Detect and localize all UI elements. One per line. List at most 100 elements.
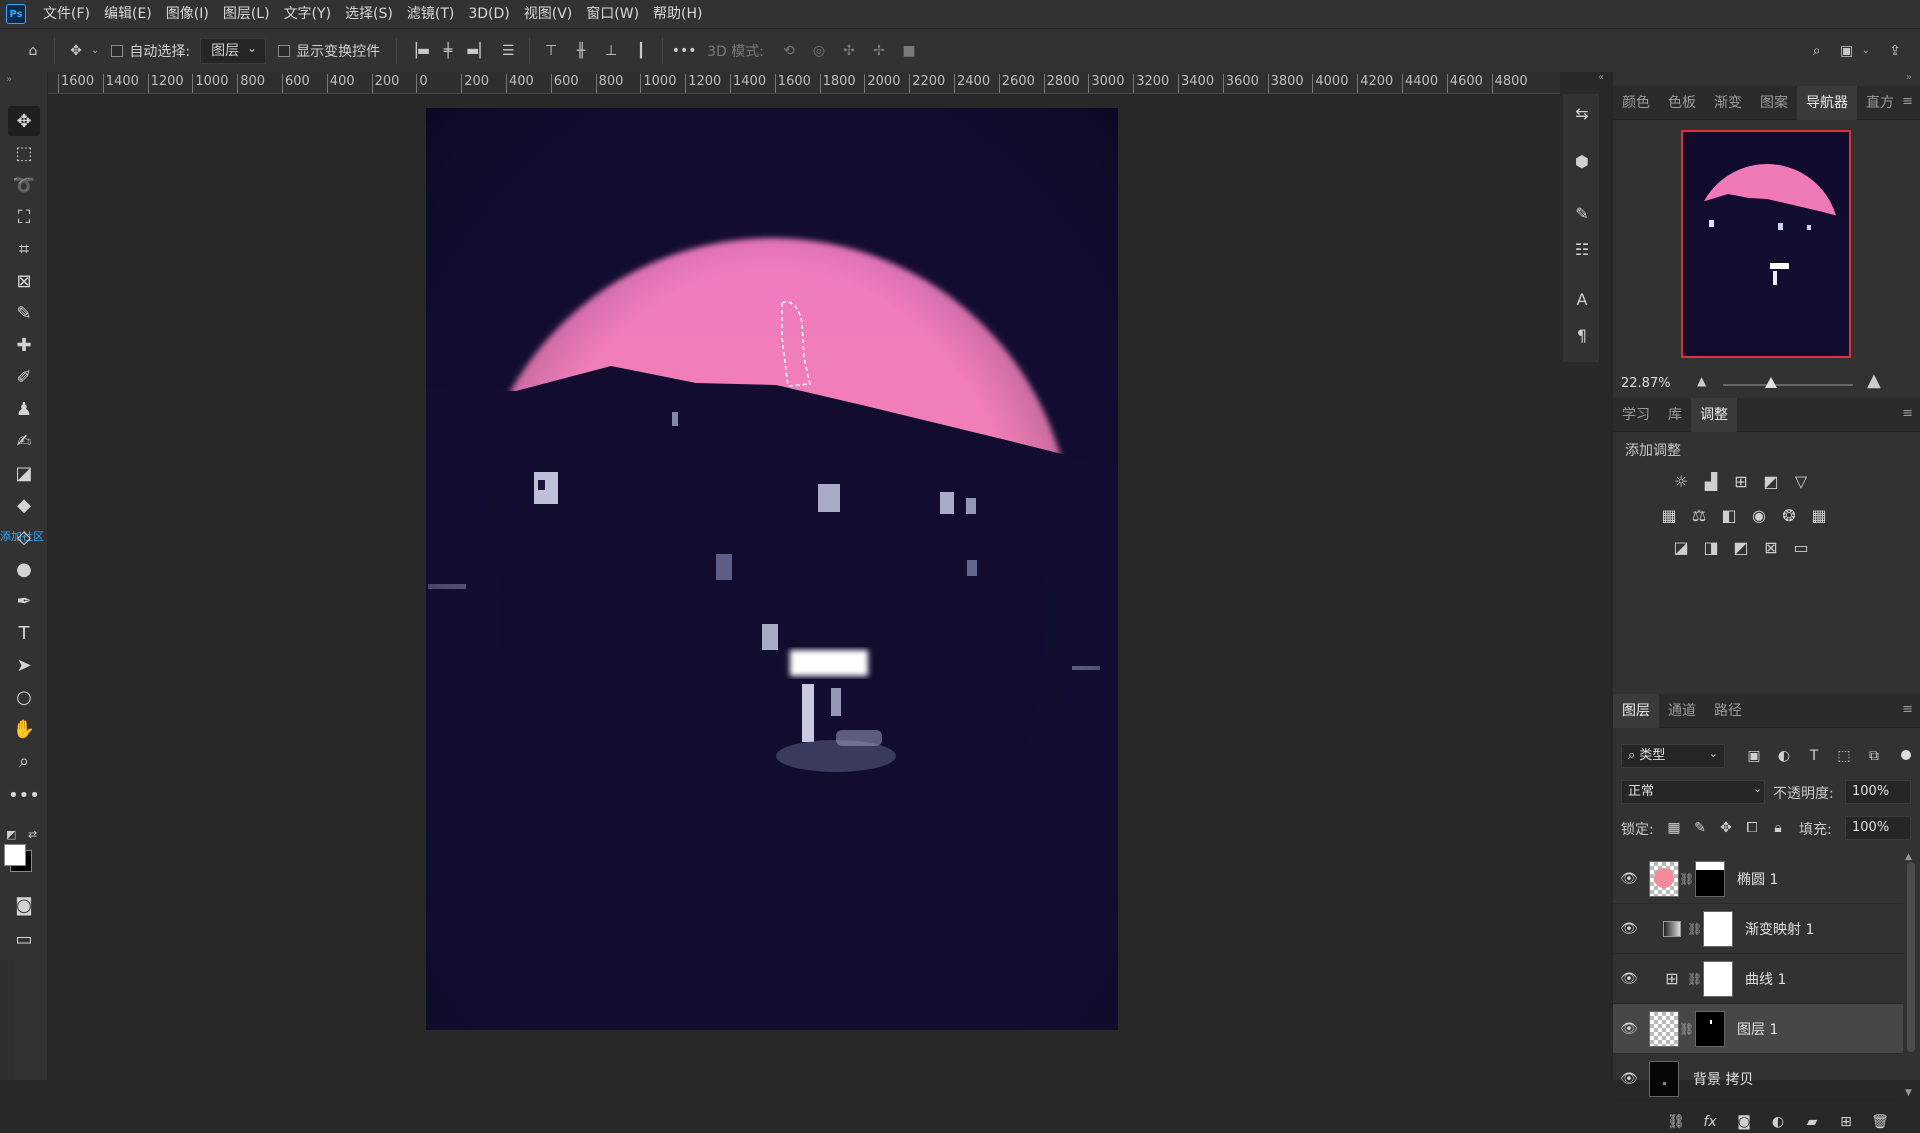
selective-color-icon[interactable]: ⊠ — [1759, 536, 1783, 558]
color-lookup-icon[interactable]: ▦ — [1807, 504, 1831, 526]
menu-item[interactable]: 帮助(H) — [646, 0, 709, 28]
align-right-icon[interactable]: ▬▏ — [463, 36, 493, 66]
lock-image-icon[interactable]: ✎ — [1689, 817, 1711, 839]
layers-scrollbar[interactable] — [1907, 862, 1915, 1052]
scroll-down-icon[interactable]: ▼ — [1905, 1088, 1912, 1098]
frame-tool-icon[interactable]: ⊠ — [8, 266, 40, 296]
filter-adjustment-icon[interactable]: ◐ — [1773, 745, 1795, 767]
foreground-color-swatch[interactable] — [4, 844, 26, 866]
workspace-icon[interactable]: ▣ — [1832, 36, 1862, 66]
tab-item[interactable]: 色板 — [1659, 86, 1705, 120]
menu-item[interactable]: 图层(L) — [216, 0, 277, 28]
eye-icon[interactable]: 👁︎ — [1613, 871, 1645, 887]
pen-tool-icon[interactable]: ✒ — [8, 586, 40, 616]
trash-icon[interactable]: 🗑︎ — [1869, 1111, 1891, 1133]
lasso-tool-icon[interactable]: ➰ — [8, 170, 40, 200]
align-left-icon[interactable]: ▕▬ — [403, 36, 433, 66]
3d-icon[interactable]: ⬢ — [1569, 148, 1595, 174]
path-select-tool-icon[interactable]: ➤ — [8, 650, 40, 680]
blur-tool-icon[interactable]: ◇ — [8, 522, 40, 552]
roll-3d-icon[interactable]: ◎ — [804, 36, 834, 66]
black-white-icon[interactable]: ◧ — [1717, 504, 1741, 526]
exposure-icon[interactable]: ◩ — [1759, 470, 1783, 492]
tab-item[interactable]: 图层 — [1613, 693, 1659, 728]
zoom-slider-thumb[interactable] — [1765, 377, 1777, 388]
menu-item[interactable]: 文字(Y) — [277, 0, 338, 28]
link-icon[interactable]: ⛓ — [1687, 972, 1702, 986]
tab-item[interactable]: 库 — [1659, 398, 1691, 432]
align-bottom-icon[interactable]: ⊥ — [596, 36, 626, 66]
healing-brush-tool-icon[interactable]: ✚ — [8, 330, 40, 360]
photo-filter-icon[interactable]: ◉ — [1747, 504, 1771, 526]
menu-item[interactable]: 文件(F) — [36, 0, 97, 28]
history-brush-tool-icon[interactable]: ✍ — [8, 426, 40, 456]
filter-smart-object-icon[interactable]: ⧉ — [1863, 745, 1885, 767]
character-icon[interactable]: A — [1569, 286, 1595, 312]
invert-icon[interactable]: ◪ — [1669, 536, 1693, 558]
lock-artboard-icon[interactable]: ⧠ — [1741, 817, 1763, 839]
lock-transparent-icon[interactable]: ▦ — [1663, 817, 1685, 839]
add-mask-icon[interactable]: ◙ — [1733, 1111, 1755, 1133]
link-icon[interactable]: ⛓ — [1679, 872, 1694, 886]
panel-menu-icon[interactable]: ≡ — [1902, 702, 1913, 717]
panel-menu-icon[interactable]: ≡ — [1902, 94, 1913, 109]
swap-colors-icon[interactable]: ⇄ — [28, 828, 37, 841]
eye-icon[interactable]: 👁︎ — [1613, 1021, 1645, 1037]
menu-item[interactable]: 窗口(W) — [579, 0, 646, 28]
menu-item[interactable]: 图像(I) — [159, 0, 216, 28]
type-tool-icon[interactable]: T — [8, 618, 40, 648]
drag-3d-icon[interactable]: ✣ — [834, 36, 864, 66]
navigator-thumbnail[interactable] — [1681, 130, 1851, 358]
chevron-down-icon[interactable]: ⌄ — [91, 45, 99, 56]
layer-mask-thumbnail[interactable] — [1703, 910, 1733, 947]
new-layer-icon[interactable]: ⊞ — [1835, 1111, 1857, 1133]
chevron-down-icon[interactable]: ⌄ — [1862, 45, 1870, 56]
quick-mask-icon[interactable]: ◙ — [8, 890, 40, 920]
fill-input[interactable]: 100% — [1845, 816, 1911, 840]
blend-mode-dropdown[interactable]: 正常 — [1621, 780, 1765, 804]
default-colors-icon[interactable]: ◩ — [6, 828, 16, 841]
layer-mask-thumbnail[interactable] — [1695, 860, 1725, 897]
lock-position-icon[interactable]: ✥ — [1715, 817, 1737, 839]
layer-row-gradient-map[interactable]: 👁︎ ⛓ 渐变映射 1 — [1613, 904, 1903, 954]
align-middle-v-icon[interactable]: ╫ — [566, 36, 596, 66]
link-icon[interactable]: ⛓ — [1679, 1022, 1694, 1036]
hand-tool-icon[interactable]: ✋ — [8, 714, 40, 744]
lock-all-icon[interactable]: 🔒︎ — [1767, 817, 1789, 839]
collapse-icon[interactable]: » — [1906, 72, 1912, 83]
zoom-value[interactable]: 22.87% — [1621, 376, 1671, 391]
zoom-slider-track[interactable] — [1723, 384, 1853, 386]
fx-icon[interactable]: fx — [1699, 1111, 1721, 1133]
hue-saturation-icon[interactable]: ▦ — [1657, 504, 1681, 526]
tab-item[interactable]: 直方 — [1857, 86, 1903, 120]
camera-3d-icon[interactable]: ■ — [894, 36, 924, 66]
tab-item[interactable]: 调整 — [1691, 397, 1737, 432]
menu-item[interactable]: 视图(V) — [517, 0, 580, 28]
menu-item[interactable]: 编辑(E) — [97, 0, 159, 28]
collapse-icon[interactable]: » — [6, 74, 12, 85]
show-transform-checkbox[interactable] — [278, 44, 291, 57]
align-center-h-icon[interactable]: ╪ — [433, 36, 463, 66]
brush-settings-icon[interactable]: ✎ — [1569, 200, 1595, 226]
layer-filter-dropdown[interactable]: ⌕ 类型 ⌄ — [1621, 744, 1725, 768]
paragraph-icon[interactable]: ¶ — [1569, 322, 1595, 348]
collapse-icon[interactable]: « — [1598, 72, 1604, 83]
brightness-icon[interactable]: ☼ — [1669, 470, 1693, 492]
link-icon[interactable]: ⛓ — [1687, 922, 1702, 936]
brush-tool-icon[interactable]: ✐ — [8, 362, 40, 392]
channel-mixer-icon[interactable]: ❂ — [1777, 504, 1801, 526]
vibrance-icon[interactable]: ▽ — [1789, 470, 1813, 492]
link-layers-icon[interactable]: ⛓ — [1665, 1111, 1687, 1133]
eyedropper-tool-icon[interactable]: ✎ — [8, 298, 40, 328]
filter-pixel-icon[interactable]: ▣ — [1743, 745, 1765, 767]
layer-row-curves[interactable]: 👁︎ ⊞ ⛓ 曲线 1 — [1613, 954, 1903, 1004]
home-icon[interactable]: ⌂ — [18, 36, 48, 66]
curves-icon[interactable]: ⊞ — [1729, 470, 1753, 492]
filter-toggle[interactable] — [1901, 750, 1911, 760]
screen-mode-icon[interactable]: ▭ — [8, 924, 40, 954]
object-select-tool-icon[interactable]: ⛶ — [8, 202, 40, 232]
color-balance-icon[interactable]: ⚖ — [1687, 504, 1711, 526]
new-group-icon[interactable]: ▰ — [1801, 1111, 1823, 1133]
dodge-tool-icon[interactable]: ● — [8, 554, 40, 584]
layer-row-ellipse[interactable]: 👁︎ ⛓ 椭圆 1 — [1613, 854, 1903, 904]
